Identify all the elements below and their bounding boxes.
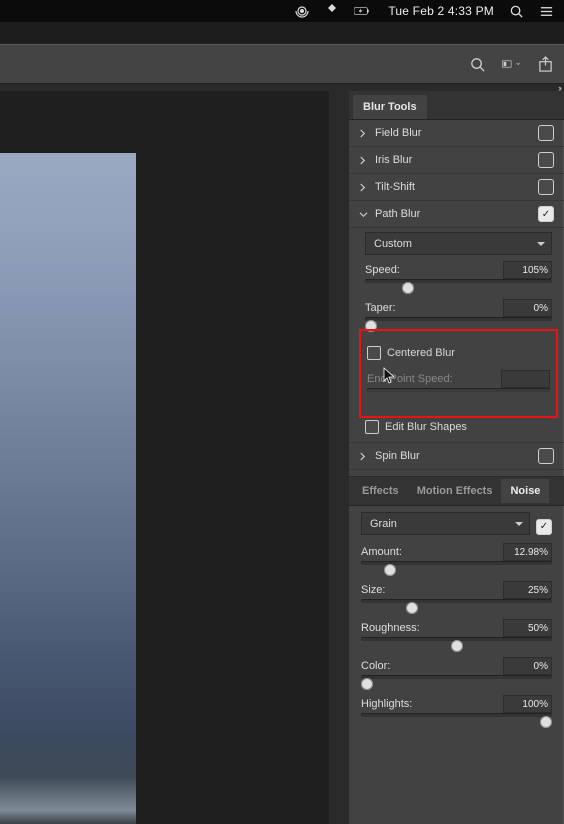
macos-menubar: Tue Feb 2 4:33 PM <box>0 0 564 22</box>
section-label: Spin Blur <box>375 450 538 462</box>
end-point-speed-label: End Point Speed: <box>367 373 453 385</box>
panel-tabbar: Blur Tools <box>349 91 564 120</box>
menubar-clock: Tue Feb 2 4:33 PM <box>388 4 494 18</box>
enable-checkbox[interactable] <box>538 125 554 141</box>
centered-blur-checkbox[interactable] <box>367 346 381 360</box>
document-arrange-icon[interactable] <box>502 55 520 73</box>
color-slider[interactable] <box>361 673 552 693</box>
tab-motion-effects[interactable]: Motion Effects <box>408 479 502 503</box>
amount-slider[interactable] <box>361 559 552 579</box>
tab-noise[interactable]: Noise <box>501 479 549 503</box>
noise-type-dropdown[interactable]: Grain <box>361 512 530 535</box>
section-tilt-shift[interactable]: Tilt-Shift <box>349 174 564 201</box>
app-title-strip <box>0 22 564 44</box>
section-iris-blur[interactable]: Iris Blur <box>349 147 564 174</box>
blur-preset-dropdown[interactable]: Custom <box>365 232 552 255</box>
edit-blur-shapes-checkbox[interactable] <box>365 420 379 434</box>
enable-checkbox[interactable] <box>538 152 554 168</box>
status-icon-2 <box>324 3 340 19</box>
battery-icon <box>354 3 370 19</box>
size-label: Size: <box>361 584 385 596</box>
section-path-blur[interactable]: Path Blur <box>349 201 564 228</box>
end-point-speed-slider <box>367 386 550 406</box>
centered-blur-row[interactable]: Centered Blur <box>367 346 550 360</box>
spotlight-icon[interactable] <box>508 3 524 19</box>
tab-blur-tools[interactable]: Blur Tools <box>353 95 427 119</box>
speed-label: Speed: <box>365 264 400 276</box>
size-slider[interactable] <box>361 597 552 617</box>
section-spin-blur[interactable]: Spin Blur <box>349 442 564 470</box>
status-icon-1 <box>294 3 310 19</box>
amount-label: Amount: <box>361 546 402 558</box>
chevron-right-icon <box>359 129 369 138</box>
enable-checkbox[interactable] <box>538 206 554 222</box>
chevron-right-icon <box>359 156 369 165</box>
section-label: Tilt-Shift <box>375 181 538 193</box>
highlights-label: Highlights: <box>361 698 412 710</box>
chevron-down-icon <box>359 211 369 218</box>
roughness-slider[interactable] <box>361 635 552 655</box>
highlighted-region: Centered Blur End Point Speed: <box>365 335 552 414</box>
dropdown-value: Custom <box>374 238 412 250</box>
mouse-cursor <box>383 367 397 385</box>
roughness-label: Roughness: <box>361 622 420 634</box>
edit-blur-shapes-row[interactable]: Edit Blur Shapes <box>365 420 552 434</box>
centered-blur-label: Centered Blur <box>387 347 455 359</box>
section-label: Path Blur <box>375 208 538 220</box>
noise-enable-checkbox[interactable] <box>536 519 552 535</box>
effects-tabbar: Effects Motion Effects Noise <box>349 476 564 506</box>
section-label: Field Blur <box>375 127 538 139</box>
path-blur-content: Custom Speed: 105% Taper: 0% Centered Bl… <box>349 228 564 442</box>
chevron-right-icon <box>359 452 369 461</box>
tab-effects[interactable]: Effects <box>353 479 408 503</box>
highlights-slider[interactable] <box>361 711 552 731</box>
taper-label: Taper: <box>365 302 396 314</box>
control-center-icon[interactable] <box>538 3 554 19</box>
section-label: Iris Blur <box>375 154 538 166</box>
edit-blur-shapes-label: Edit Blur Shapes <box>385 421 467 433</box>
taper-slider[interactable] <box>365 315 552 335</box>
color-label: Color: <box>361 660 390 672</box>
dropdown-value: Grain <box>370 518 397 530</box>
enable-checkbox[interactable] <box>538 179 554 195</box>
image-preview <box>0 153 136 824</box>
view-search-icon[interactable] <box>468 55 486 73</box>
chevron-right-icon <box>359 183 369 192</box>
noise-content: Grain Amount: 12.98% Size: 25% Roughness… <box>349 506 564 741</box>
share-icon[interactable] <box>536 55 554 73</box>
section-field-blur[interactable]: Field Blur <box>349 120 564 147</box>
blur-panel: Blur Tools Field Blur Iris Blur Tilt-Shi… <box>348 91 564 824</box>
enable-checkbox[interactable] <box>538 448 554 464</box>
document-canvas[interactable] <box>0 91 329 824</box>
options-bar <box>0 44 564 84</box>
speed-slider[interactable] <box>365 277 552 297</box>
